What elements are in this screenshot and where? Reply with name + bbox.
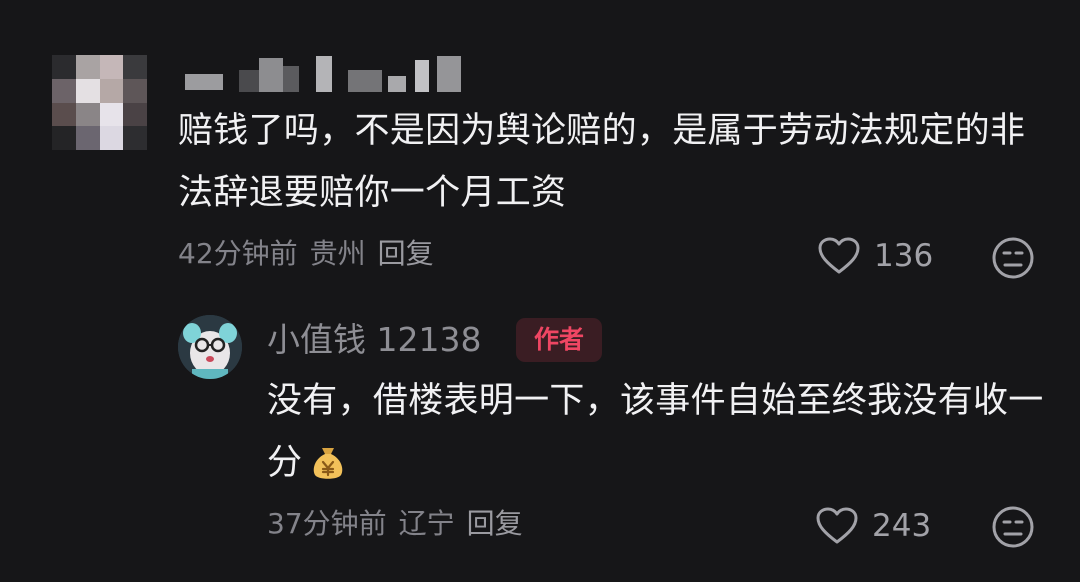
reply-text: 没有，借楼表明一下，该事件自始至终我没有收一分 [267, 370, 1047, 494]
reply-meta: 37分钟前 辽宁 回复 [267, 506, 523, 542]
reply-link[interactable]: 回复 [467, 507, 523, 540]
reply-username[interactable]: 小值钱 12138 [267, 318, 481, 362]
reply-item: 小值钱 12138 作者 没有，借楼表明一下，该事件自始至终我没有收一分 37分… [0, 0, 1080, 582]
neutral-face-icon[interactable] [991, 505, 1035, 549]
comment-screen: 赔钱了吗，不是因为舆论赔的，是属于劳动法规定的非法辞退要赔你一个月工资 42分钟… [0, 0, 1080, 582]
reply-time: 37分钟前 [267, 507, 387, 540]
reply-location: 辽宁 [398, 507, 455, 540]
money-bag-icon [314, 448, 343, 479]
like-button[interactable]: 243 [816, 507, 931, 545]
like-count: 243 [872, 508, 932, 544]
reply-text-content: 没有，借楼表明一下，该事件自始至终我没有收一分 [267, 381, 1044, 483]
heart-icon [816, 507, 858, 544]
author-badge: 作者 [516, 318, 603, 362]
cartoon-avatar-icon[interactable] [178, 315, 242, 379]
